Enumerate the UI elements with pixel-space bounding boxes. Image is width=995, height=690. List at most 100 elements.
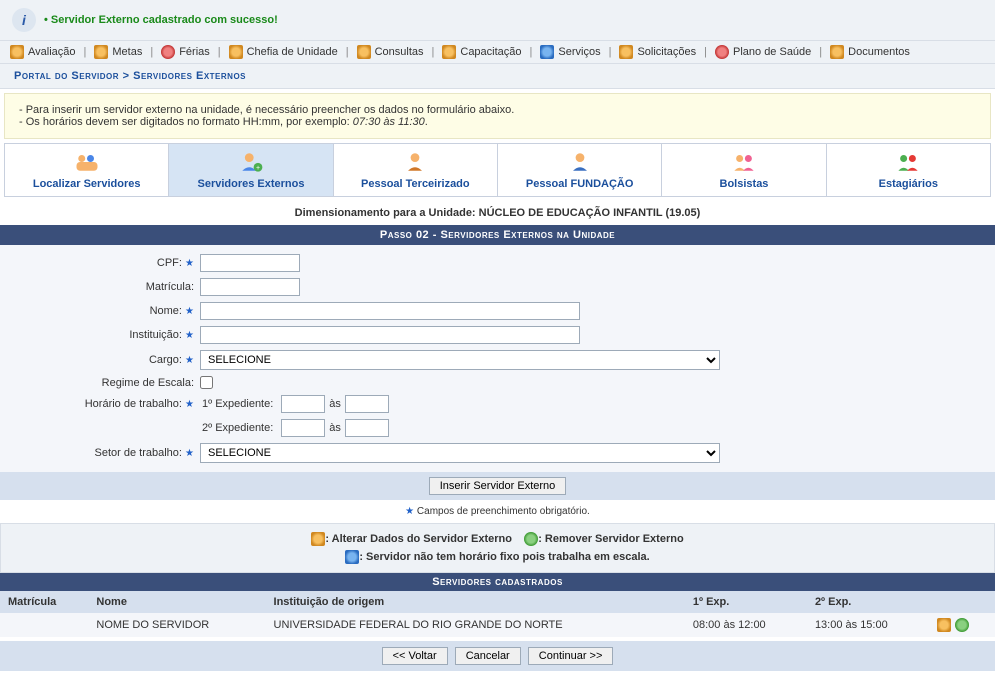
person-icon [401, 150, 429, 174]
tab-pessoal-terceirizado[interactable]: Pessoal Terceirizado [334, 144, 498, 196]
breadcrumb: Portal do Servidor > Servidores Externos [0, 64, 995, 89]
people-pair-icon [730, 150, 758, 174]
continuar-button[interactable]: Continuar >> [528, 647, 614, 665]
info-icon: i [12, 8, 36, 32]
cell-exp1: 08:00 às 12:00 [685, 613, 807, 637]
tab-servidores-externos[interactable]: + Servidores Externos [169, 144, 333, 196]
table-row: NOME DO SERVIDOR UNIVERSIDADE FEDERAL DO… [0, 613, 995, 637]
required-star: ★ [185, 448, 194, 459]
menu-solicitacoes[interactable]: Solicitações [619, 45, 696, 59]
tab-bolsistas[interactable]: Bolsistas [662, 144, 826, 196]
col-nome: Nome [88, 591, 265, 613]
exp1-end-input[interactable] [345, 395, 389, 413]
tab-localizar-servidores[interactable]: Localizar Servidores [5, 144, 169, 196]
svg-text:+: + [256, 165, 260, 172]
required-star: ★ [185, 399, 194, 410]
tip-line-1: - Para inserir um servidor externo na un… [19, 104, 976, 116]
health-icon [715, 45, 729, 59]
servidores-table: Matrícula Nome Instituição de origem 1º … [0, 591, 995, 637]
breadcrumb-root[interactable]: Portal do Servidor [14, 70, 119, 82]
row-edit-icon[interactable] [937, 618, 951, 632]
training-icon [442, 45, 456, 59]
nav-row: << Voltar Cancelar Continuar >> [0, 641, 995, 671]
exp1-label: 1º Expediente: [202, 398, 273, 410]
exp2-end-input[interactable] [345, 419, 389, 437]
horario-label: Horário de trabalho: [85, 398, 182, 410]
inserir-button[interactable]: Inserir Servidor Externo [429, 477, 567, 495]
exp2-start-input[interactable] [281, 419, 325, 437]
form-submit-row: Inserir Servidor Externo [0, 472, 995, 500]
success-message: Servidor Externo cadastrado com sucesso! [44, 14, 278, 26]
cpf-input[interactable] [200, 254, 300, 272]
legend-bar: : Alterar Dados do Servidor Externo : Re… [0, 523, 995, 573]
user-icon [540, 45, 554, 59]
menu-servicos[interactable]: Serviços [540, 45, 600, 59]
matricula-label: Matrícula: [146, 281, 194, 293]
dimension-title: Dimensionamento para a Unidade: NÚCLEO D… [0, 201, 995, 225]
required-star: ★ [185, 355, 194, 366]
cell-exp2: 13:00 às 15:00 [807, 613, 929, 637]
request-icon [619, 45, 633, 59]
setor-select[interactable]: SELECIONE [200, 443, 720, 463]
menu-plano-saude[interactable]: Plano de Saúde [715, 45, 811, 59]
nome-label: Nome: [150, 305, 182, 317]
menu-chefia[interactable]: Chefia de Unidade [229, 45, 338, 59]
tab-pessoal-fundacao[interactable]: Pessoal FUNDAÇÃO [498, 144, 662, 196]
instituicao-input[interactable] [200, 326, 580, 344]
table-header-row: Matrícula Nome Instituição de origem 1º … [0, 591, 995, 613]
required-star: ★ [185, 330, 194, 341]
row-delete-icon[interactable] [955, 618, 969, 632]
cell-instituicao: UNIVERSIDADE FEDERAL DO RIO GRANDE DO NO… [266, 613, 685, 637]
cell-nome: NOME DO SERVIDOR [88, 613, 265, 637]
regime-label: Regime de Escala: [102, 377, 194, 389]
required-note: ★ Campos de preenchimento obrigatório. [0, 500, 995, 523]
cancelar-button[interactable]: Cancelar [455, 647, 521, 665]
matricula-input[interactable] [200, 278, 300, 296]
required-star: ★ [405, 506, 414, 517]
instituicao-label: Instituição: [129, 329, 182, 341]
form-area: CPF: ★ Matrícula: Nome: ★ Instituição: ★… [0, 245, 995, 472]
col-exp1: 1º Exp. [685, 591, 807, 613]
setor-label: Setor de trabalho: [95, 447, 182, 459]
tab-estagiarios[interactable]: Estagiários [827, 144, 990, 196]
cargo-select[interactable]: SELECIONE [200, 350, 720, 370]
cargo-label: Cargo: [149, 354, 182, 366]
section-header: Passo 02 - Servidores Externos na Unidad… [0, 225, 995, 245]
exp1-start-input[interactable] [281, 395, 325, 413]
person-blue-icon [566, 150, 594, 174]
col-exp2: 2º Exp. [807, 591, 929, 613]
scale-icon [345, 550, 359, 564]
menu-avaliacao[interactable]: Avaliação [10, 45, 76, 59]
clipboard-icon [10, 45, 24, 59]
target-icon [94, 45, 108, 59]
tip-box: - Para inserir um servidor externo na un… [4, 93, 991, 139]
person-add-icon: + [237, 150, 265, 174]
voltar-button[interactable]: << Voltar [382, 647, 448, 665]
cpf-label: CPF: [157, 257, 182, 269]
top-menu: Avaliação| Metas| Férias| Chefia de Unid… [0, 41, 995, 64]
people-search-icon [73, 150, 101, 174]
edit-icon [311, 532, 325, 546]
documents-icon [830, 45, 844, 59]
required-star: ★ [185, 306, 194, 317]
required-star: ★ [185, 258, 194, 269]
menu-capacitacao[interactable]: Capacitação [442, 45, 521, 59]
menu-ferias[interactable]: Férias [161, 45, 210, 59]
tabs: Localizar Servidores + Servidores Extern… [4, 143, 991, 197]
col-instituicao: Instituição de origem [266, 591, 685, 613]
people-group-icon [894, 150, 922, 174]
search-icon [357, 45, 371, 59]
cell-matricula [0, 613, 88, 637]
info-bar: i Servidor Externo cadastrado com sucess… [0, 0, 995, 41]
sun-icon [161, 45, 175, 59]
nome-input[interactable] [200, 302, 580, 320]
menu-documentos[interactable]: Documentos [830, 45, 910, 59]
menu-metas[interactable]: Metas [94, 45, 142, 59]
unit-icon [229, 45, 243, 59]
col-matricula: Matrícula [0, 591, 88, 613]
registered-header: Servidores cadastrados [0, 573, 995, 591]
exp2-label: 2º Expediente: [202, 422, 273, 434]
regime-checkbox[interactable] [200, 376, 213, 389]
trash-icon [524, 532, 538, 546]
menu-consultas[interactable]: Consultas [357, 45, 424, 59]
